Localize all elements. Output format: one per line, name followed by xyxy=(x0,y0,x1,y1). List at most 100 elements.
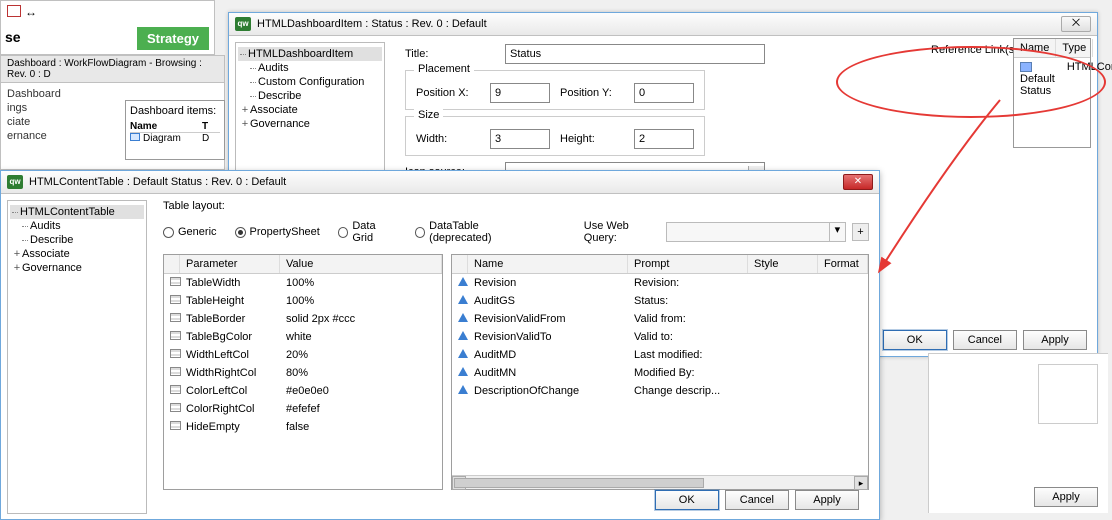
nav-tree[interactable]: HTMLContentTable Audits Describe +Associ… xyxy=(7,200,147,514)
close-button[interactable]: ✕ xyxy=(843,174,873,190)
reference-link-row[interactable]: Default Status HTMLContentTable xyxy=(1014,58,1090,100)
apply-button[interactable]: Apply xyxy=(795,490,859,510)
size-legend: Size xyxy=(414,109,443,121)
tree-node[interactable]: Describe xyxy=(238,89,382,103)
content-main: Table layout: Generic PropertySheet Data… xyxy=(153,194,879,520)
ok-button[interactable]: OK xyxy=(883,330,947,350)
col-type: Type xyxy=(1056,39,1093,57)
placement-legend: Placement xyxy=(414,63,474,75)
sidebar-item[interactable]: Dashboard xyxy=(7,87,218,101)
field-icon xyxy=(458,367,468,376)
use-web-query-label: Use Web Query: xyxy=(584,220,661,244)
table-row[interactable]: HideEmptyfalse xyxy=(164,418,442,436)
resize-icon: ↔ xyxy=(25,5,37,19)
field-icon xyxy=(458,313,468,322)
ok-button[interactable]: OK xyxy=(655,490,719,510)
window-htmlcontenttable: qw HTMLContentTable : Default Status : R… xyxy=(0,170,880,520)
radio-generic[interactable]: Generic xyxy=(163,226,217,238)
app-icon: qw xyxy=(235,17,251,31)
table-layout-label: Table layout: xyxy=(163,200,869,212)
width-label: Width: xyxy=(416,133,480,145)
table-row[interactable]: WidthRightCol80% xyxy=(164,364,442,382)
dashboard-items-label: Dashboard items: xyxy=(130,105,220,117)
field-icon xyxy=(458,331,468,340)
strategy-button[interactable]: Strategy xyxy=(137,27,209,50)
tree-node[interactable]: HTMLContentTable xyxy=(10,205,144,219)
cutoff-window-fragment: Apply xyxy=(928,353,1108,513)
table-row[interactable]: TableWidth100% xyxy=(164,274,442,292)
tree-node[interactable]: HTMLDashboardItem xyxy=(238,47,382,61)
titlebar[interactable]: qw HTMLDashboardItem : Status : Rev. 0 :… xyxy=(229,13,1097,36)
window-title: HTMLDashboardItem : Status : Rev. 0 : De… xyxy=(257,18,487,30)
posx-input[interactable] xyxy=(490,83,550,103)
posy-label: Position Y: xyxy=(560,87,624,99)
titlebar[interactable]: qw HTMLContentTable : Default Status : R… xyxy=(1,171,879,194)
tree-node-expandable[interactable]: +Associate xyxy=(238,103,382,117)
tree-node[interactable]: Audits xyxy=(10,219,144,233)
cancel-button[interactable]: Cancel xyxy=(725,490,789,510)
expand-icon[interactable]: + xyxy=(240,118,250,130)
width-input[interactable] xyxy=(490,129,550,149)
close-button[interactable]: ⨉ xyxy=(1061,16,1091,32)
expand-icon[interactable]: + xyxy=(240,104,250,116)
table-row[interactable]: RevisionValidFromValid from: xyxy=(452,310,868,328)
col-style: Style xyxy=(748,255,818,273)
chevron-down-icon[interactable]: ▾ xyxy=(829,223,845,241)
expand-icon[interactable]: + xyxy=(12,248,22,260)
table-row[interactable]: RevisionRevision: xyxy=(452,274,868,292)
col-name: Name xyxy=(468,255,628,273)
radio-datagrid[interactable]: Data Grid xyxy=(338,220,397,244)
field-icon xyxy=(458,277,468,286)
dashboard-items-panel: Dashboard items: Name T Diagram D xyxy=(125,100,225,160)
table-row[interactable]: AuditMNModified By: xyxy=(452,364,868,382)
tree-node-expandable[interactable]: +Associate xyxy=(10,247,144,261)
col-format: Format xyxy=(818,255,868,273)
table-row[interactable]: WidthLeftCol20% xyxy=(164,346,442,364)
add-button[interactable]: + xyxy=(852,223,869,241)
table-row[interactable]: TableHeight100% xyxy=(164,292,442,310)
col-parameter: Parameter xyxy=(180,255,280,273)
window-title: HTMLContentTable : Default Status : Rev.… xyxy=(29,176,286,188)
expand-icon[interactable]: + xyxy=(12,262,22,274)
posx-label: Position X: xyxy=(416,87,480,99)
parameters-grid[interactable]: Parameter Value TableWidth100%TableHeigh… xyxy=(163,254,443,490)
table-row[interactable]: RevisionValidToValid to: xyxy=(452,328,868,346)
table-row[interactable]: AuditMDLast modified: xyxy=(452,346,868,364)
scroll-right-icon[interactable]: ▸ xyxy=(854,476,868,490)
scroll-thumb[interactable] xyxy=(454,478,704,488)
dashboard-items-table: Name T Diagram D xyxy=(130,121,220,144)
apply-button[interactable]: Apply xyxy=(1023,330,1087,350)
tree-node-expandable[interactable]: +Governance xyxy=(238,117,382,131)
apply-button[interactable]: Apply xyxy=(1034,487,1098,507)
table-row[interactable]: TableBordersolid 2px #ccc xyxy=(164,310,442,328)
height-label: Height: xyxy=(560,133,624,145)
browsing-titlebar: Dashboard : WorkFlowDiagram - Browsing :… xyxy=(1,56,224,83)
radio-propertysheet[interactable]: PropertySheet xyxy=(235,226,320,238)
field-icon xyxy=(458,385,468,394)
table-row[interactable]: Diagram D xyxy=(130,133,220,145)
tree-node-expandable[interactable]: +Governance xyxy=(10,261,144,275)
col-prompt: Prompt xyxy=(628,255,748,273)
dialog-button-bar: OK Cancel Apply xyxy=(655,490,859,510)
tree-node[interactable]: Custom Configuration xyxy=(238,75,382,89)
table-row[interactable]: AuditGSStatus: xyxy=(452,292,868,310)
table-row[interactable]: DescriptionOfChangeChange descrip... xyxy=(452,382,868,400)
bg-window-fragment-top: ↔ se Strategy xyxy=(0,0,215,55)
reference-links-grid[interactable]: Name Type Default Status HTMLContentTabl… xyxy=(1013,38,1091,148)
tree-node[interactable]: Describe xyxy=(10,233,144,247)
table-row[interactable]: TableBgColorwhite xyxy=(164,328,442,346)
height-input[interactable] xyxy=(634,129,694,149)
horizontal-scrollbar[interactable]: ◂ ▸ xyxy=(452,475,868,489)
title-label: Title: xyxy=(405,48,495,60)
table-row[interactable]: ColorRightCol#efefef xyxy=(164,400,442,418)
radio-datatable[interactable]: DataTable (deprecated) xyxy=(415,220,538,244)
title-input[interactable] xyxy=(505,44,765,64)
web-query-dropdown[interactable]: ▾ xyxy=(666,222,846,242)
app-icon: qw xyxy=(7,175,23,189)
table-icon xyxy=(1020,62,1032,72)
cancel-button[interactable]: Cancel xyxy=(953,330,1017,350)
posy-input[interactable] xyxy=(634,83,694,103)
fields-grid[interactable]: Name Prompt Style Format RevisionRevisio… xyxy=(451,254,869,490)
tree-node[interactable]: Audits xyxy=(238,61,382,75)
table-row[interactable]: ColorLeftCol#e0e0e0 xyxy=(164,382,442,400)
